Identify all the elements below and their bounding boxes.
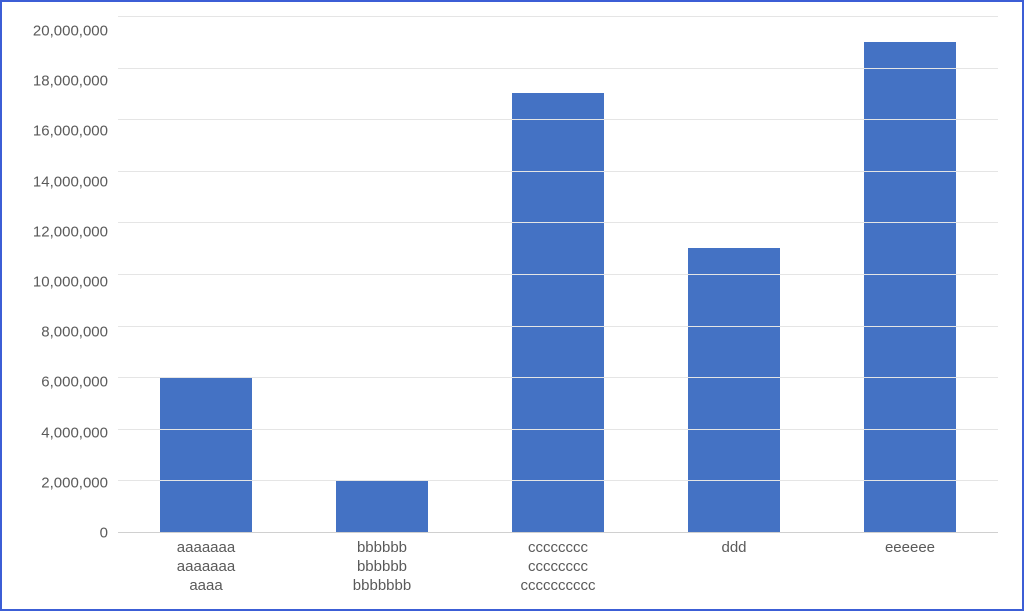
x-tick-label-line: bbbbbb bbox=[294, 539, 470, 558]
y-tick-label: 10,000,000 bbox=[33, 274, 108, 289]
bar bbox=[864, 42, 956, 532]
x-tick-label-line: bbbbbbb bbox=[294, 577, 470, 596]
grid-line bbox=[118, 480, 998, 481]
grid-line bbox=[118, 222, 998, 223]
chart-frame: 20,000,000 18,000,000 16,000,000 14,000,000… bbox=[0, 0, 1024, 611]
x-tick-label: eeeeee bbox=[822, 539, 998, 599]
x-tick-label: cccccccccccccccccccccccccc bbox=[470, 539, 646, 599]
y-tick-label: 16,000,000 bbox=[33, 124, 108, 139]
grid-line bbox=[118, 274, 998, 275]
x-tick-label-line: cccccccc bbox=[470, 558, 646, 577]
x-tick-label-line: cccccccccc bbox=[470, 577, 646, 596]
grid-line bbox=[118, 16, 998, 17]
bar bbox=[160, 377, 252, 532]
x-tick-label-line: cccccccc bbox=[470, 539, 646, 558]
y-axis: 20,000,000 18,000,000 16,000,000 14,000,000… bbox=[26, 16, 118, 599]
x-axis: aaaaaaaaaaaaaaaaaabbbbbbbbbbbbbbbbbbbccc… bbox=[118, 533, 998, 599]
x-tick-label: aaaaaaaaaaaaaaaaaa bbox=[118, 539, 294, 599]
x-tick-label-line: aaaa bbox=[118, 577, 294, 596]
x-tick-label: ddd bbox=[646, 539, 822, 599]
y-tick-label: 2,000,000 bbox=[41, 475, 108, 490]
y-tick-label: 4,000,000 bbox=[41, 425, 108, 440]
plot-wrap: aaaaaaaaaaaaaaaaaabbbbbbbbbbbbbbbbbbbccc… bbox=[118, 16, 998, 599]
x-tick-label-line: aaaaaaa bbox=[118, 539, 294, 558]
x-tick-label: bbbbbbbbbbbbbbbbbbb bbox=[294, 539, 470, 599]
grid-line bbox=[118, 326, 998, 327]
y-tick-label: 14,000,000 bbox=[33, 174, 108, 189]
grid-line bbox=[118, 171, 998, 172]
grid-line bbox=[118, 68, 998, 69]
y-tick-label: 6,000,000 bbox=[41, 375, 108, 390]
x-tick-label-line: ddd bbox=[646, 539, 822, 558]
x-tick-label-line: eeeeee bbox=[822, 539, 998, 558]
y-tick-label: 12,000,000 bbox=[33, 224, 108, 239]
grid-line bbox=[118, 119, 998, 120]
y-tick-label: 8,000,000 bbox=[41, 325, 108, 340]
y-tick-label: 20,000,000 bbox=[33, 24, 108, 39]
bar bbox=[512, 93, 604, 532]
plot-area bbox=[118, 16, 998, 533]
grid-line bbox=[118, 377, 998, 378]
chart-inner: 20,000,000 18,000,000 16,000,000 14,000,000… bbox=[26, 16, 998, 599]
grid-line bbox=[118, 429, 998, 430]
bar bbox=[688, 248, 780, 532]
y-tick-label: 0 bbox=[100, 525, 108, 540]
x-tick-label-line: aaaaaaa bbox=[118, 558, 294, 577]
bar bbox=[336, 480, 428, 532]
x-tick-label-line: bbbbbb bbox=[294, 558, 470, 577]
y-tick-label: 18,000,000 bbox=[33, 74, 108, 89]
